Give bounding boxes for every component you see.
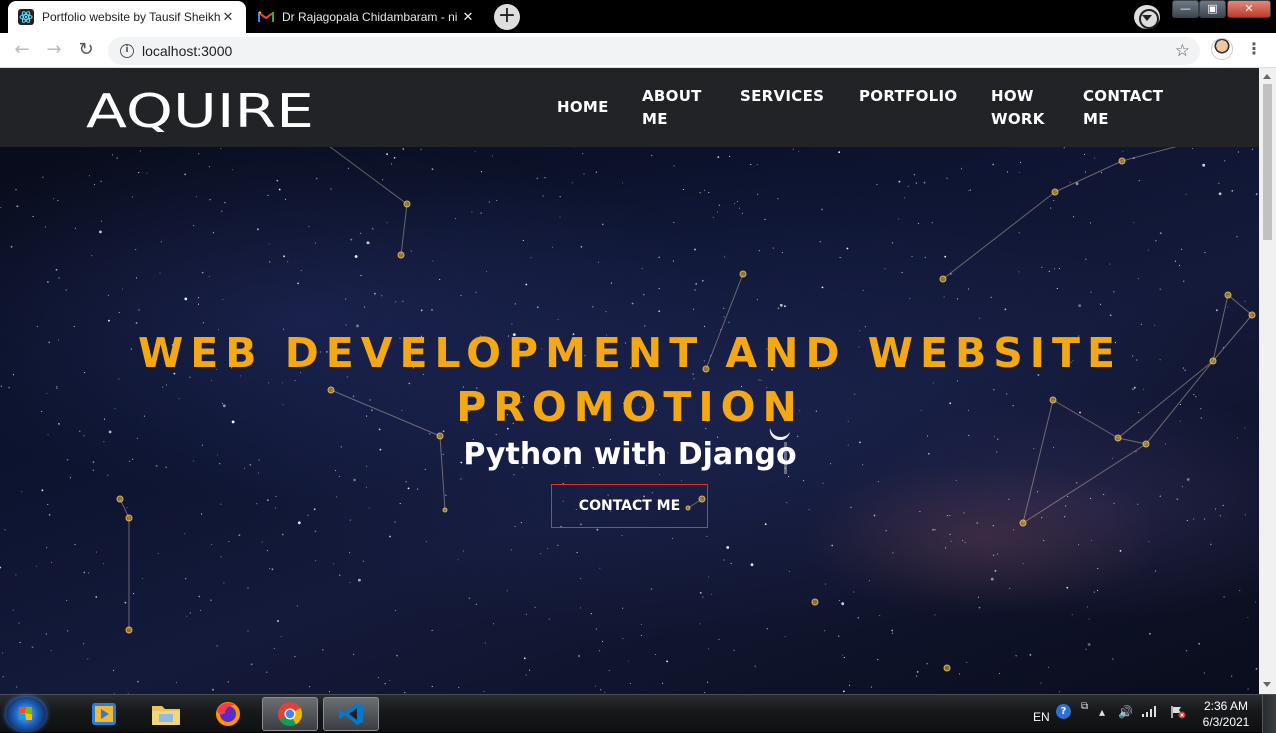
scroll-thumb[interactable]	[1263, 84, 1272, 240]
url-text[interactable]: localhost:3000	[142, 43, 232, 59]
react-icon	[18, 9, 34, 25]
contact-me-button[interactable]: CONTACT ME	[551, 484, 708, 528]
hero-title: WEB DEVELOPMENT AND WEBSITE PROMOTION	[130, 326, 1130, 434]
clock-date[interactable]: 6/3/2021	[1200, 715, 1252, 729]
close-icon[interactable]: ✕	[460, 9, 476, 25]
forward-arrow-icon[interactable]: →	[42, 39, 66, 63]
chrome-icon[interactable]	[262, 697, 318, 731]
new-tab-button[interactable]: +	[494, 4, 520, 30]
network-icon[interactable]	[1142, 705, 1158, 720]
site-logo[interactable]: AQUIRE	[86, 84, 316, 132]
hero-title-line: WEB DEVELOPMENT AND WEBSITE	[137, 329, 1123, 377]
volume-icon[interactable]: 🔊	[1118, 705, 1133, 719]
windows-logo-icon	[19, 707, 32, 720]
clock-time[interactable]: 2:36 AM	[1200, 699, 1252, 713]
show-desktop-button[interactable]	[1262, 695, 1276, 733]
close-window-button[interactable]: ✕	[1227, 0, 1271, 18]
nav-home[interactable]: HOME	[557, 96, 609, 119]
vscode-icon[interactable]	[323, 697, 379, 731]
start-button[interactable]	[6, 697, 46, 731]
typing-cursor	[784, 442, 787, 474]
maximize-button[interactable]: ▣	[1199, 0, 1226, 18]
windows-taskbar: EN ? ⧉ ▴ 🔊 2:36 AM 6/3/2021	[0, 694, 1276, 733]
logo-text: AQUIRE	[86, 84, 314, 132]
minimize-button[interactable]: —	[1172, 0, 1199, 18]
crescent-moon-icon	[769, 428, 790, 440]
scroll-up-arrow-icon[interactable]	[1263, 74, 1271, 79]
kebab-menu-icon[interactable]: ⋮	[1246, 38, 1262, 60]
hero-subtitle: Python with Django	[463, 437, 797, 472]
nav-about-me[interactable]: ABOUT ME	[642, 85, 702, 131]
close-icon[interactable]: ✕	[220, 9, 236, 25]
scroll-down-arrow-icon[interactable]	[1263, 682, 1271, 687]
help-icon[interactable]: ?	[1056, 704, 1071, 719]
nav-portfolio[interactable]: PORTFOLIO	[859, 85, 957, 108]
nav-how-work[interactable]: HOW WORK	[991, 85, 1045, 131]
show-hidden-icons-icon[interactable]: ▴	[1099, 705, 1105, 719]
page-scrollbar[interactable]	[1259, 68, 1276, 694]
file-explorer-icon[interactable]	[138, 697, 194, 731]
tab-title: Portfolio website by Tausif Sheikh	[42, 10, 220, 24]
display-icon[interactable]: ⧉	[1081, 701, 1088, 712]
address-bar[interactable]: i localhost:3000 ☆	[108, 37, 1200, 65]
media-player-icon[interactable]	[76, 697, 132, 731]
back-arrow-icon[interactable]: ←	[10, 39, 34, 63]
tab-gmail[interactable]: Dr Rajagopala Chidambaram - ni ✕	[248, 1, 486, 33]
action-center-flag-icon[interactable]	[1170, 705, 1186, 722]
bookmark-star-icon[interactable]: ☆	[1175, 41, 1190, 61]
gmail-icon	[258, 9, 274, 25]
tab-title: Dr Rajagopala Chidambaram - ni	[282, 10, 458, 24]
tab-portfolio[interactable]: Portfolio website by Tausif Sheikh ✕	[8, 1, 246, 33]
hero-title-line: PROMOTION	[456, 383, 804, 431]
language-indicator[interactable]: EN	[1033, 706, 1050, 725]
info-icon[interactable]: i	[120, 44, 134, 58]
profile-avatar[interactable]	[1211, 38, 1233, 60]
page-viewport: AQUIRE HOME ABOUT ME SERVICES PORTFOLIO H…	[0, 68, 1259, 694]
nav-services[interactable]: SERVICES	[740, 85, 824, 108]
firefox-icon[interactable]	[200, 697, 256, 731]
nav-contact-me[interactable]: CONTACT ME	[1083, 85, 1163, 131]
browser-tab-strip: Portfolio website by Tausif Sheikh ✕ Dr …	[0, 0, 1276, 33]
reload-icon[interactable]: ↻	[74, 39, 98, 63]
site-header: AQUIRE HOME ABOUT ME SERVICES PORTFOLIO H…	[0, 68, 1259, 147]
tab-search-icon[interactable]	[1134, 5, 1160, 29]
browser-toolbar: ← → ↻ i localhost:3000 ☆	[0, 33, 1276, 68]
